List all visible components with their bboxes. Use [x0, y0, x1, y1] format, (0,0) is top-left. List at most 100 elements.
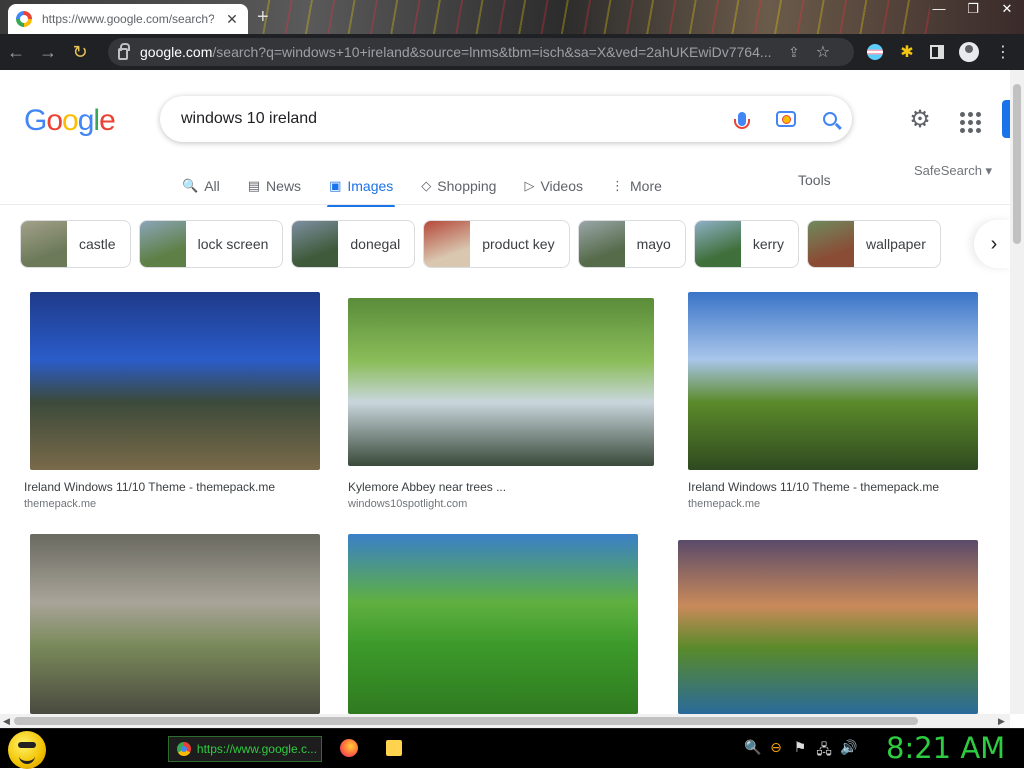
chip-thumbnail — [807, 221, 854, 267]
minimize-button[interactable]: — — [922, 0, 956, 20]
start-button-smiley-icon[interactable] — [8, 731, 46, 769]
tray-volume-icon[interactable]: 🔊 — [840, 739, 857, 763]
result-title[interactable]: Kylemore Abbey near trees ... — [348, 480, 506, 494]
tab-images[interactable]: ▣ Images — [327, 168, 396, 207]
search-input[interactable]: windows 10 ireland — [181, 110, 720, 128]
share-icon[interactable]: ⇪ — [788, 44, 800, 61]
tab-more[interactable]: ⋮ More — [609, 168, 664, 204]
tray-search-icon[interactable]: 🔍 — [744, 739, 761, 763]
tray-stop-icon[interactable]: ⊖ — [768, 739, 784, 763]
lens-camera-icon[interactable] — [764, 96, 808, 142]
tray-flag-icon[interactable]: ⚑ — [792, 739, 808, 763]
result-source[interactable]: windows10spotlight.com — [348, 498, 467, 510]
tab-label: News — [266, 178, 302, 194]
tab-shopping-icon: ◇ — [421, 178, 432, 193]
file-manager-icon[interactable] — [386, 740, 402, 756]
tab-close-icon[interactable]: ✕ — [224, 11, 240, 28]
divider — [0, 204, 1010, 205]
search-box[interactable]: windows 10 ireland — [160, 96, 852, 142]
result-image[interactable] — [348, 298, 654, 466]
horizontal-scrollbar[interactable]: ◀ ▶ — [0, 714, 1010, 728]
chip-kerry[interactable]: kerry — [693, 220, 799, 268]
result-image[interactable] — [30, 292, 320, 470]
tab-label: More — [630, 178, 662, 194]
chip-label: wallpaper — [865, 236, 926, 252]
search-icon[interactable] — [808, 96, 852, 142]
result-image[interactable] — [688, 292, 978, 470]
url-domain: google.com — [140, 44, 213, 60]
logo-letter: g — [77, 104, 95, 137]
result-image[interactable] — [678, 540, 978, 714]
lock-icon[interactable] — [118, 43, 130, 60]
tab-all[interactable]: 🔍 All — [180, 168, 222, 204]
scrollbar-thumb[interactable] — [14, 717, 918, 725]
related-search-chips: castle lock screen donegal product key mayo k… — [20, 220, 949, 268]
chip-thumbnail — [21, 221, 67, 267]
url-path: /search?q=windows+10+ireland&source=lnms… — [212, 44, 772, 60]
logo-letter: o — [46, 104, 63, 137]
url-text[interactable]: google.com/search?q=windows+10+ireland&s… — [140, 44, 780, 60]
vertical-scrollbar[interactable] — [1010, 70, 1024, 714]
chip-castle[interactable]: castle — [20, 220, 131, 268]
result-source[interactable]: themepack.me — [688, 498, 760, 510]
chip-thumbnail — [292, 221, 339, 267]
scroll-left-arrow-icon[interactable]: ◀ — [3, 714, 10, 728]
tools-button[interactable]: Tools — [798, 172, 831, 188]
chip-thumbnail — [139, 221, 186, 267]
taskbar: https://www.google.c... 🔍 ⊖ ⚑ 🖧 🔊 8:21 A… — [0, 728, 1024, 769]
settings-gear-icon[interactable]: ⚙ — [904, 106, 936, 134]
result-image[interactable] — [30, 534, 320, 714]
taskbar-clock[interactable]: 8:21 AM — [886, 731, 1005, 765]
safesearch-dropdown[interactable]: SafeSearch ▾ — [914, 163, 992, 179]
tab-videos[interactable]: ▷ Videos — [522, 168, 585, 204]
firefox-icon[interactable] — [340, 739, 358, 757]
tab-label: Videos — [540, 178, 584, 194]
reload-button[interactable]: ↻ — [64, 34, 96, 70]
extensions-puzzle-icon[interactable]: ✱ — [892, 34, 922, 70]
browser-menu-icon[interactable]: ⋮ — [988, 34, 1018, 70]
bookmark-star-icon[interactable]: ☆ — [816, 42, 830, 62]
voice-search-mic-icon[interactable] — [720, 96, 764, 142]
forward-button[interactable]: → — [32, 34, 64, 70]
chips-next-arrow-icon[interactable]: › — [974, 220, 1010, 268]
tab-shopping[interactable]: ◇ Shopping — [419, 168, 498, 204]
chip-donegal[interactable]: donegal — [291, 220, 416, 268]
browser-tab[interactable]: https://www.google.com/search? ✕ — [8, 4, 248, 34]
chip-lock-screen[interactable]: lock screen — [138, 220, 284, 268]
tab-strip-background — [250, 0, 930, 34]
profile-avatar-icon[interactable] — [954, 34, 984, 70]
chip-thumbnail — [578, 221, 625, 267]
sign-in-button[interactable] — [1002, 100, 1010, 138]
tab-title: https://www.google.com/search? — [42, 12, 214, 26]
address-bar[interactable]: google.com/search?q=windows+10+ireland&s… — [108, 38, 854, 66]
search-type-tabs: 🔍 All ▤ News ▣ Images ◇ Shopping ▷ Videos ⋮ More — [180, 168, 688, 207]
scroll-right-arrow-icon[interactable]: ▶ — [998, 714, 1005, 728]
browser-toolbar: ← → ↻ google.com/search?q=windows+10+ire… — [0, 34, 1024, 70]
logo-letter: G — [24, 104, 47, 137]
extension-flag-icon[interactable] — [860, 34, 890, 70]
chrome-icon — [177, 742, 191, 756]
result-title[interactable]: Ireland Windows 11/10 Theme - themepack.… — [24, 480, 275, 494]
tab-videos-icon: ▷ — [524, 178, 535, 193]
close-window-button[interactable]: ✕ — [990, 0, 1024, 20]
result-source[interactable]: themepack.me — [24, 498, 96, 510]
taskbar-chrome-window[interactable]: https://www.google.c... — [168, 736, 322, 762]
chip-mayo[interactable]: mayo — [577, 220, 686, 268]
new-tab-button[interactable]: + — [257, 6, 269, 29]
result-image[interactable] — [348, 534, 638, 714]
google-logo[interactable]: Google — [24, 104, 116, 138]
tab-news-icon: ▤ — [247, 178, 261, 193]
tab-news[interactable]: ▤ News — [246, 168, 303, 204]
chip-wallpaper[interactable]: wallpaper — [806, 220, 941, 268]
chip-label: mayo — [636, 236, 671, 252]
tray-network-icon[interactable]: 🖧 — [816, 739, 832, 763]
maximize-button[interactable]: ❐ — [956, 0, 990, 20]
scrollbar-thumb[interactable] — [1013, 84, 1021, 244]
result-title[interactable]: Ireland Windows 11/10 Theme - themepack.… — [688, 480, 939, 494]
tab-label: Images — [347, 178, 394, 194]
back-button[interactable]: ← — [0, 34, 32, 70]
system-tray: 🔍 ⊖ ⚑ 🖧 🔊 — [744, 739, 857, 763]
chip-product-key[interactable]: product key — [423, 220, 570, 268]
google-apps-icon[interactable] — [956, 108, 984, 136]
side-panel-icon[interactable] — [922, 34, 952, 70]
